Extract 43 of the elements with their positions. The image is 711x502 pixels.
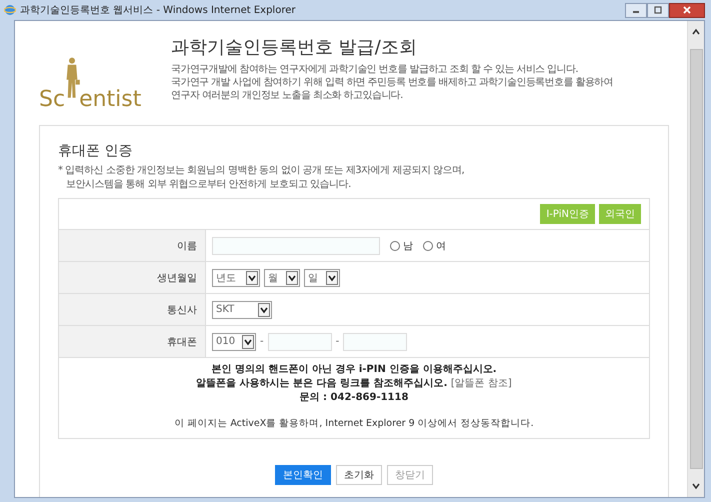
phone-field[interactable]: [268, 332, 332, 350]
description-line: 국가연구개발에 참여하는 연구자에게 과학기술인 번호를 발급하고 조회 할 수 있는 서비스 입니다.: [171, 63, 579, 76]
section-heading: 휴대폰 인증: [58, 142, 134, 160]
maximize-button[interactable]: [647, 2, 669, 18]
radio-label: 여: [436, 240, 446, 252]
field-label: 휴대폰: [59, 326, 206, 357]
dropdown[interactable]: 년도: [212, 268, 260, 286]
help-link[interactable]: [알뜰폰 참조]: [450, 378, 512, 389]
dropdown[interactable]: 월: [264, 268, 300, 286]
dropdown[interactable]: SKT: [212, 300, 272, 318]
logo-text: entist: [79, 89, 142, 111]
phone-field[interactable]: [343, 332, 408, 350]
notice-text: 알뜰폰을 사용하시는 분은 다음 링크를 참조해주십시오. [알뜰폰 참조]: [195, 377, 513, 391]
field-label: 생년월일: [59, 262, 206, 293]
browser-note: 이 페이지는 ActiveX를 활용하며, Internet Explorer 9 이상에서 정상동작합니다.: [173, 417, 535, 430]
privacy-note: 보안시스템을 통해 외부 위협으로부터 안전하게 보호되고 있습니다.: [65, 178, 352, 192]
page-title: 과학기술인등록번호 발급/조회: [171, 36, 418, 59]
scrollbar-thumb[interactable]: [690, 49, 702, 469]
privacy-note: * 입력하신 소중한 개인정보는 회원님의 명백한 동의 없이 공개 또는 제3자에게 제공되지 않으며,: [58, 164, 466, 178]
name-field[interactable]: [212, 236, 380, 254]
description-line: 연구자 여러분의 개인정보 노출을 최소화 하고있습니다.: [171, 89, 404, 102]
separator: -: [336, 336, 340, 347]
dropdown[interactable]: 일: [304, 268, 340, 286]
action-button[interactable]: 창닫기: [387, 465, 433, 485]
window-title: 과학기술인등록번호 웹서비스 - Windows Internet Explorer: [20, 4, 296, 17]
description-line: 국가연구 개발 사업에 참여하기 위해 입력 하면 주민등록 번호를 배제하고 과학기술인등록번호를 활용하여: [171, 76, 613, 89]
dropdown[interactable]: 010: [212, 332, 256, 350]
logo-text: Sc: [39, 89, 66, 111]
field-label: 이름: [59, 230, 206, 261]
close-icon: [682, 6, 692, 14]
separator: -: [260, 336, 264, 347]
action-button[interactable]: 초기화: [336, 465, 382, 485]
maximize-icon: [653, 6, 663, 14]
action-button[interactable]: 본인확인: [275, 465, 331, 485]
field-label: 통신사: [59, 294, 206, 325]
radio-label: 남: [403, 240, 413, 252]
browser-icon: [4, 4, 16, 16]
notice-text: 본인 명의의 핸드폰이 아닌 경우 i-PIN 인증을 이용해주십시오.: [210, 363, 498, 377]
close-button[interactable]: [669, 2, 705, 18]
radio-button[interactable]: [390, 240, 400, 250]
radio-button[interactable]: [423, 240, 433, 250]
contact-text: 문의 : 042-869-1118: [298, 391, 410, 405]
minimize-button[interactable]: [625, 2, 647, 18]
